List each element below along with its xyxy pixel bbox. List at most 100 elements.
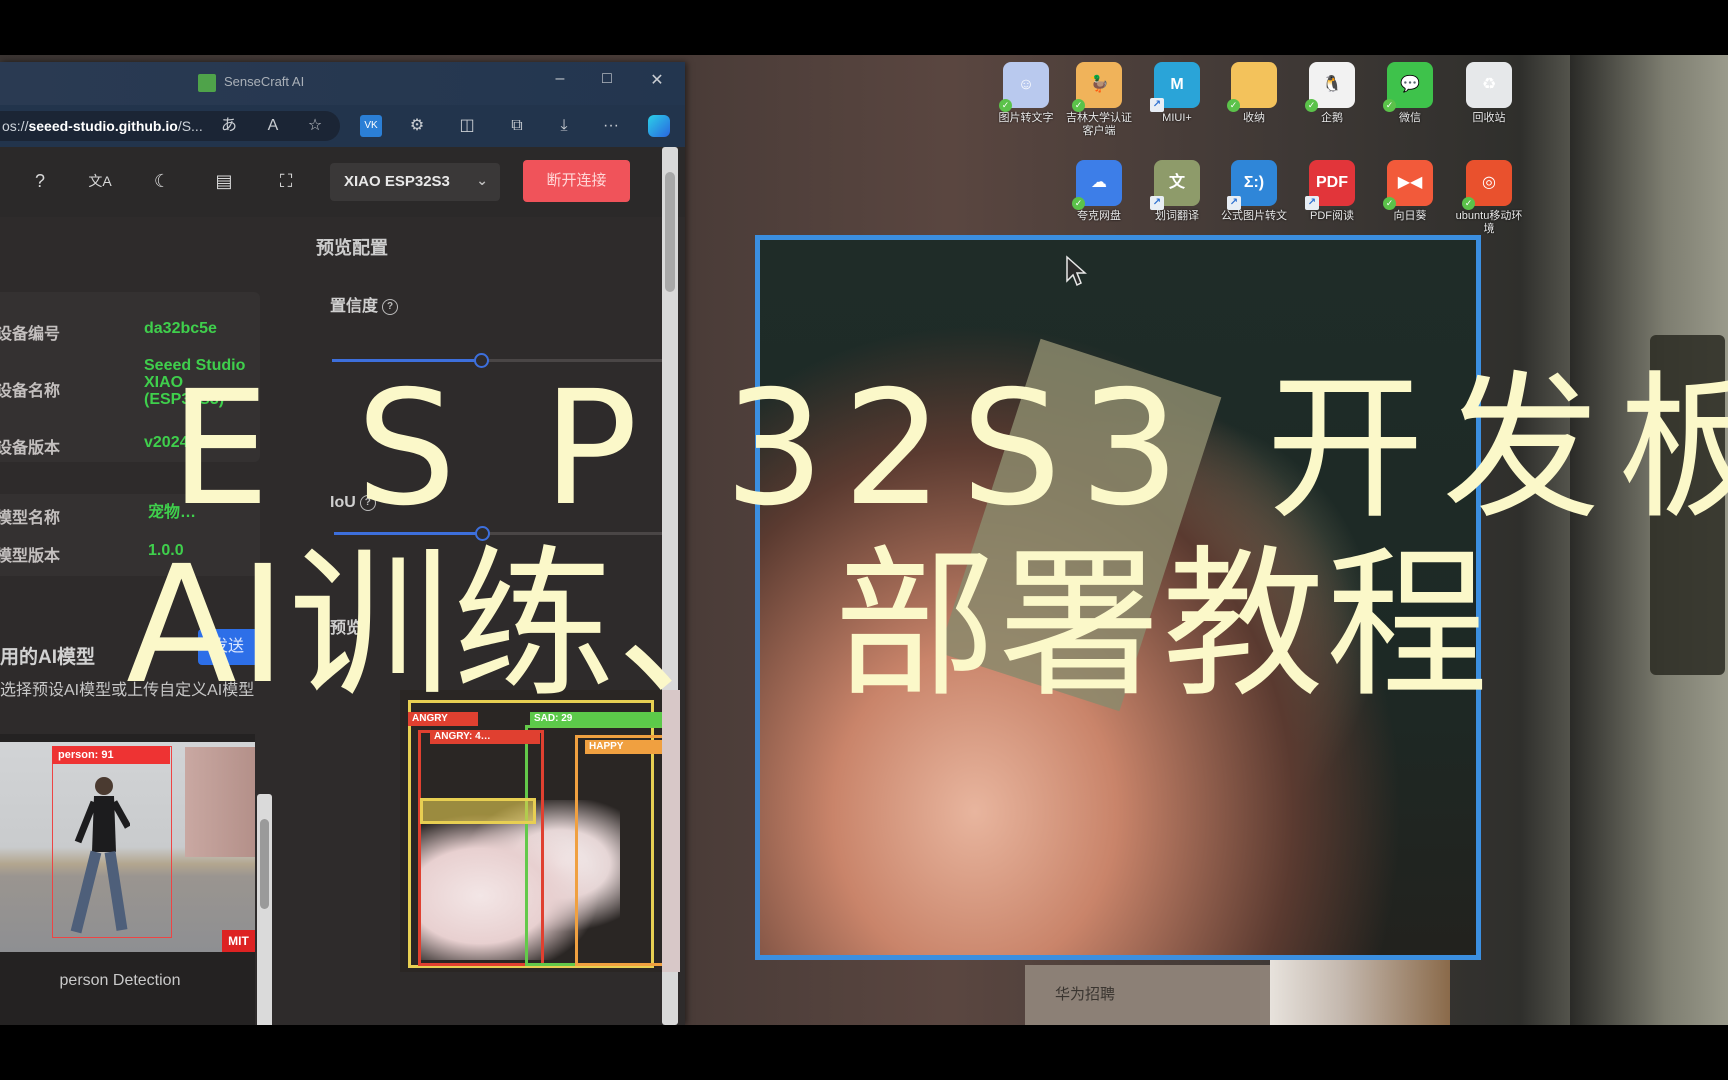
desktop-icon-label: 划词翻译 bbox=[1155, 210, 1199, 222]
fullscreen-icon[interactable]: ⛶ bbox=[274, 171, 298, 192]
model-card-name[interactable]: person Detection bbox=[0, 972, 240, 990]
text-size-icon[interactable]: A bbox=[262, 115, 284, 137]
url-scheme: os:// bbox=[2, 118, 29, 134]
settings-icon[interactable]: ⚙ bbox=[406, 115, 428, 137]
shortcut-arrow-icon: ↗ bbox=[1305, 196, 1319, 210]
desktop-icon[interactable]: ☁ ✓ 夸克网盘 bbox=[1063, 160, 1135, 223]
formula-ocr-icon: Σ:) ↗ bbox=[1227, 160, 1277, 210]
desktop-icon[interactable]: 文 ↗ 划词翻译 bbox=[1141, 160, 1213, 223]
sync-check-icon: ✓ bbox=[1383, 99, 1396, 112]
sunflower-remote-icon: ▶◀ ✓ bbox=[1383, 160, 1433, 210]
preview-config-title: 预览配置 bbox=[316, 238, 388, 258]
desktop-icon-label: 公式图片转文 bbox=[1221, 210, 1287, 222]
desktop-icon[interactable]: ☺ ✓ 图片转文字 bbox=[990, 62, 1062, 125]
detection-box bbox=[420, 798, 536, 824]
overlay-title-line1: E S P 32S3 开发板 bbox=[170, 357, 1728, 541]
desktop-icon[interactable]: Σ:) ↗ 公式图片转文 bbox=[1218, 160, 1290, 223]
collections-icon[interactable]: ⧉ bbox=[506, 115, 528, 137]
desktop-icon-label: PDF阅读 bbox=[1310, 210, 1354, 222]
sync-check-icon: ✓ bbox=[1462, 197, 1475, 210]
read-aloud-icon[interactable]: あ bbox=[218, 115, 240, 137]
desktop-icon-label: 回收站 bbox=[1472, 112, 1506, 124]
translate-icon[interactable]: 文A bbox=[88, 171, 112, 191]
device-select-value: XIAO ESP32S3 bbox=[344, 173, 450, 190]
confidence-label: 置信度? bbox=[330, 292, 399, 316]
device-name-label: 设备名称 bbox=[0, 383, 61, 400]
model-name-label: 模型名称 bbox=[0, 510, 61, 527]
desktop-icon-label: 微信 bbox=[1399, 112, 1421, 124]
desktop-icon[interactable]: ♻ 回收站 bbox=[1453, 62, 1525, 125]
mit-logo: MIT bbox=[222, 930, 255, 952]
desktop-icon-label: 夸克网盘 bbox=[1077, 210, 1121, 222]
recycle-bin-icon: ♻ bbox=[1466, 62, 1512, 108]
model-list: person: 91 MIT person Detection bbox=[0, 734, 255, 1025]
desktop-icon[interactable]: 🐧 ✓ 企鹅 bbox=[1296, 62, 1368, 125]
help-circle-icon[interactable]: ? bbox=[382, 298, 399, 315]
preview-scrollbar[interactable] bbox=[662, 690, 680, 972]
scrollbar-thumb[interactable] bbox=[260, 819, 269, 909]
desktop-icon-label: 收纳 bbox=[1243, 112, 1265, 124]
docs-icon[interactable]: ▤ bbox=[212, 171, 236, 192]
disconnect-button[interactable]: 断开连接 bbox=[523, 160, 630, 202]
folder-icon: ✓ bbox=[1227, 62, 1277, 112]
detection-label: ANGRY: 4… bbox=[430, 730, 540, 744]
desktop-icon[interactable]: ✓ 收纳 bbox=[1218, 62, 1290, 125]
maximize-button[interactable]: □ bbox=[592, 70, 622, 88]
address-bar-row: os://seeed-studio.github.io/S... あ A ☆ V… bbox=[0, 105, 685, 147]
wechat-icon: 💬 ✓ bbox=[1383, 62, 1433, 112]
address-bar[interactable]: os://seeed-studio.github.io/S... bbox=[0, 111, 340, 141]
download-icon[interactable]: ⤓ bbox=[553, 115, 575, 137]
confidence-label-text: 置信度 bbox=[330, 298, 379, 315]
sync-check-icon: ✓ bbox=[999, 99, 1012, 112]
mouse-cursor-icon bbox=[1066, 255, 1087, 287]
app-logo-icon bbox=[198, 74, 216, 92]
shortcut-arrow-icon: ↗ bbox=[1227, 196, 1241, 210]
background-window-label: 华为招聘 bbox=[1055, 986, 1116, 1003]
device-version-label: 设备版本 bbox=[0, 440, 61, 457]
extension-icon[interactable]: VK bbox=[360, 115, 382, 137]
models-section-title: 用的AI模型 bbox=[0, 647, 96, 668]
device-id-label: 设备编号 bbox=[0, 326, 61, 343]
device-id-value: da32bc5e bbox=[144, 320, 217, 337]
desktop-icon[interactable]: ◎ ✓ ubuntu移动环境 bbox=[1453, 160, 1525, 236]
detection-box bbox=[52, 746, 172, 938]
scrollbar-thumb[interactable] bbox=[665, 172, 675, 292]
sync-check-icon: ✓ bbox=[1227, 99, 1240, 112]
desktop-icon-label: ubuntu移动环境 bbox=[1455, 210, 1523, 235]
url-host: seeed-studio.github.io bbox=[28, 118, 178, 134]
dark-mode-icon[interactable]: ☾ bbox=[150, 171, 174, 192]
model-version-label: 模型版本 bbox=[0, 548, 61, 565]
desktop-icon-label: 企鹅 bbox=[1321, 112, 1343, 124]
model-card-image[interactable]: person: 91 MIT bbox=[0, 742, 255, 952]
shortcut-arrow-icon: ↗ bbox=[1150, 196, 1164, 210]
desktop-icon-label: 图片转文字 bbox=[998, 112, 1054, 124]
minimize-button[interactable]: – bbox=[545, 70, 575, 88]
title-bar: SenseCraft AI – □ ✕ bbox=[0, 62, 685, 105]
desktop-icon[interactable]: ▶◀ ✓ 向日葵 bbox=[1374, 160, 1446, 223]
device-select[interactable]: XIAO ESP32S3 ⌄ bbox=[330, 163, 500, 201]
copilot-icon[interactable] bbox=[648, 115, 670, 137]
sync-check-icon: ✓ bbox=[1072, 99, 1085, 112]
translate-app-icon: 文 ↗ bbox=[1150, 160, 1200, 210]
window-title: SenseCraft AI bbox=[224, 74, 305, 89]
building-image bbox=[185, 747, 255, 857]
desktop-icon[interactable]: 🦆 ✓ 吉林大学认证客户端 bbox=[1063, 62, 1135, 138]
overlay-title-line2: AI训练、 部署教程 bbox=[126, 532, 1491, 720]
more-icon[interactable]: ··· bbox=[600, 115, 622, 137]
desktop-icon[interactable]: 💬 ✓ 微信 bbox=[1374, 62, 1446, 125]
anime-avatar-icon: ☺ ✓ bbox=[999, 62, 1049, 112]
desktop-icon-label: MIUI+ bbox=[1162, 112, 1192, 124]
help-icon[interactable]: ? bbox=[28, 171, 52, 192]
model-list-scrollbar[interactable] bbox=[257, 794, 272, 1025]
desktop-icon-label: 向日葵 bbox=[1393, 210, 1427, 222]
url-path: /S... bbox=[177, 118, 203, 134]
sync-check-icon: ✓ bbox=[1072, 197, 1085, 210]
desktop-icon[interactable]: PDF ↗ PDF阅读 bbox=[1296, 160, 1368, 223]
split-screen-icon[interactable]: ◫ bbox=[456, 115, 478, 137]
favorite-star-icon[interactable]: ☆ bbox=[304, 115, 326, 137]
detection-label: person: 91 bbox=[52, 746, 170, 764]
desktop-icon[interactable]: M ↗ MIUI+ bbox=[1141, 62, 1213, 125]
close-button[interactable]: ✕ bbox=[642, 70, 672, 90]
desktop-icon-label: 吉林大学认证客户端 bbox=[1066, 112, 1132, 137]
url-text[interactable]: os://seeed-studio.github.io/S... bbox=[2, 118, 203, 134]
